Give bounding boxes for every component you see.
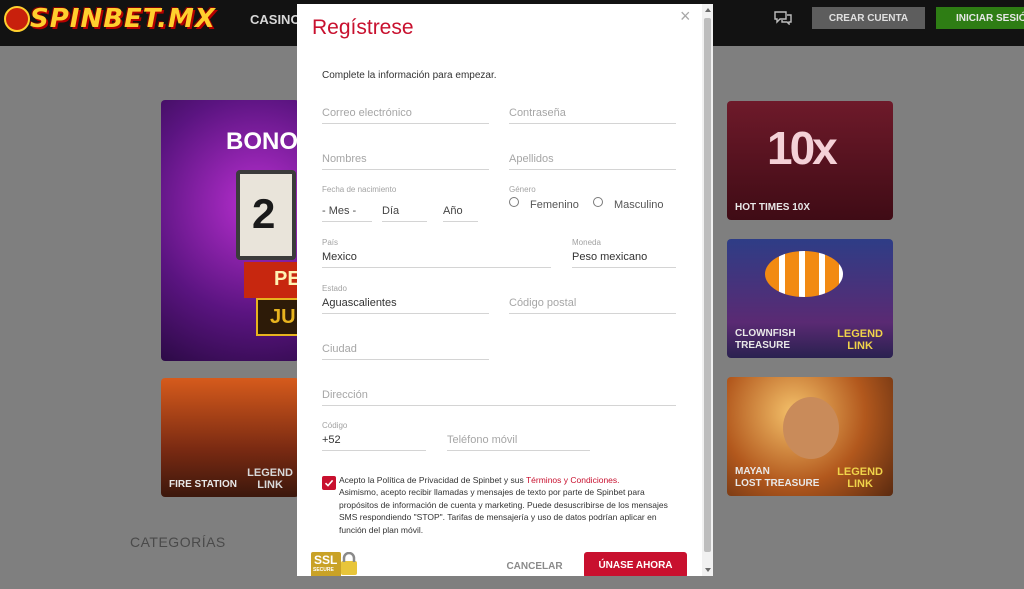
postal-code-placeholder: Código postal <box>509 297 577 309</box>
game-badge: LEGEND LINK <box>247 467 293 491</box>
join-now-button[interactable]: ÚNASE AHORA <box>584 552 687 576</box>
banner-line-2: JU <box>256 298 299 336</box>
check-icon <box>324 479 334 487</box>
login-button[interactable]: INICIAR SESIÓN <box>936 7 1024 29</box>
game-badge: LEGEND LINK <box>837 328 883 352</box>
birth-month-select[interactable]: - Mes - <box>322 198 372 222</box>
address-placeholder: Dirección <box>322 389 368 401</box>
last-name-placeholder: Apellidos <box>509 153 554 165</box>
ssl-text: SSL <box>314 553 338 567</box>
game-title: FIRE STATION <box>169 479 237 490</box>
game-title: MAYAN LOST TREASURE <box>735 466 820 489</box>
birth-day-value: Día <box>382 205 400 217</box>
password-placeholder: Contraseña <box>509 107 566 119</box>
scroll-down-arrow-icon[interactable] <box>705 568 711 572</box>
cancel-button[interactable]: CANCELAR <box>503 556 566 576</box>
country-select[interactable]: Mexico <box>322 244 551 268</box>
clownfish-art-icon <box>765 251 843 297</box>
game-tile-fire-station[interactable]: FIRE STATION LEGEND LINK <box>161 378 299 497</box>
site-logo[interactable]: SPINBET.MX <box>30 4 216 34</box>
close-icon[interactable]: × <box>680 7 694 25</box>
modal-title: Regístrese <box>312 16 414 39</box>
last-name-field[interactable]: Apellidos <box>509 146 676 170</box>
gender-male-radio[interactable] <box>593 197 603 207</box>
scroll-thumb[interactable] <box>704 18 711 552</box>
currency-select[interactable]: Peso mexicano <box>572 244 676 268</box>
terms-link[interactable]: Términos y Condiciones. <box>526 475 620 485</box>
state-value: Aguascalientes <box>322 297 397 309</box>
password-field[interactable]: Contraseña <box>509 100 676 124</box>
logo-badge-icon <box>4 6 30 32</box>
terms-prefix: Acepto la Política de Privacidad de Spin… <box>339 475 526 485</box>
mobile-phone-field[interactable]: Teléfono móvil <box>447 427 590 451</box>
banner-reel-number: 2 <box>252 190 276 237</box>
postal-code-field[interactable]: Código postal <box>509 290 676 314</box>
register-modal: Regístrese × Complete la información par… <box>297 4 713 576</box>
city-field[interactable]: Ciudad <box>322 336 489 360</box>
currency-value: Peso mexicano <box>572 251 648 263</box>
game-tile-hot-times[interactable]: 10x HOT TIMES 10X <box>727 101 893 220</box>
gender-female-label[interactable]: Femenino <box>530 199 579 211</box>
game-tile-clownfish[interactable]: CLOWNFISH TREASURE LEGEND LINK <box>727 239 893 358</box>
game-title: HOT TIMES 10X <box>735 202 811 213</box>
intro-text: Complete la información para empezar. <box>322 70 497 81</box>
terms-body: Asimismo, acepto recibir llamadas y mens… <box>339 487 668 535</box>
categories-heading: CATEGORÍAS <box>130 534 226 550</box>
mayan-art-icon <box>783 397 839 459</box>
birth-year-value: Año <box>443 205 463 217</box>
phone-code-select[interactable]: +52 <box>322 427 426 451</box>
mobile-phone-placeholder: Teléfono móvil <box>447 434 518 446</box>
game-tile-mayan[interactable]: MAYAN LOST TREASURE LEGEND LINK <box>727 377 893 496</box>
email-field[interactable]: Correo electrónico <box>322 100 489 124</box>
terms-text: Acepto la Política de Privacidad de Spin… <box>339 474 684 536</box>
gender-male-label[interactable]: Masculino <box>614 199 664 211</box>
modal-scrollbar[interactable] <box>702 4 713 576</box>
state-select[interactable]: Aguascalientes <box>322 290 489 314</box>
create-account-button[interactable]: CREAR CUENTA <box>812 7 925 29</box>
birth-date-label: Fecha de nacimiento <box>322 185 397 194</box>
birth-year-select[interactable]: Año <box>443 198 478 222</box>
birth-month-value: - Mes - <box>322 205 357 217</box>
first-name-field[interactable]: Nombres <box>322 146 489 170</box>
email-placeholder: Correo electrónico <box>322 107 412 119</box>
ssl-secure-badge: SSL SECURE <box>311 551 359 576</box>
game-badge: LEGEND LINK <box>837 466 883 490</box>
city-placeholder: Ciudad <box>322 343 357 355</box>
address-field[interactable]: Dirección <box>322 382 676 406</box>
gender-female-radio[interactable] <box>509 197 519 207</box>
chat-icon[interactable] <box>774 11 792 25</box>
terms-checkbox[interactable] <box>322 476 336 490</box>
gender-label: Género <box>509 185 536 194</box>
hot-times-art: 10x <box>767 122 838 174</box>
game-title: CLOWNFISH TREASURE <box>735 328 796 351</box>
nav-casino[interactable]: CASINO <box>250 12 301 27</box>
banner-line-1: PE <box>244 262 301 298</box>
scroll-up-arrow-icon[interactable] <box>705 8 711 12</box>
birth-day-select[interactable]: Día <box>382 198 427 222</box>
first-name-placeholder: Nombres <box>322 153 367 165</box>
ssl-subtext: SECURE <box>313 567 334 573</box>
country-value: Mexico <box>322 251 357 263</box>
phone-code-value: +52 <box>322 434 341 446</box>
